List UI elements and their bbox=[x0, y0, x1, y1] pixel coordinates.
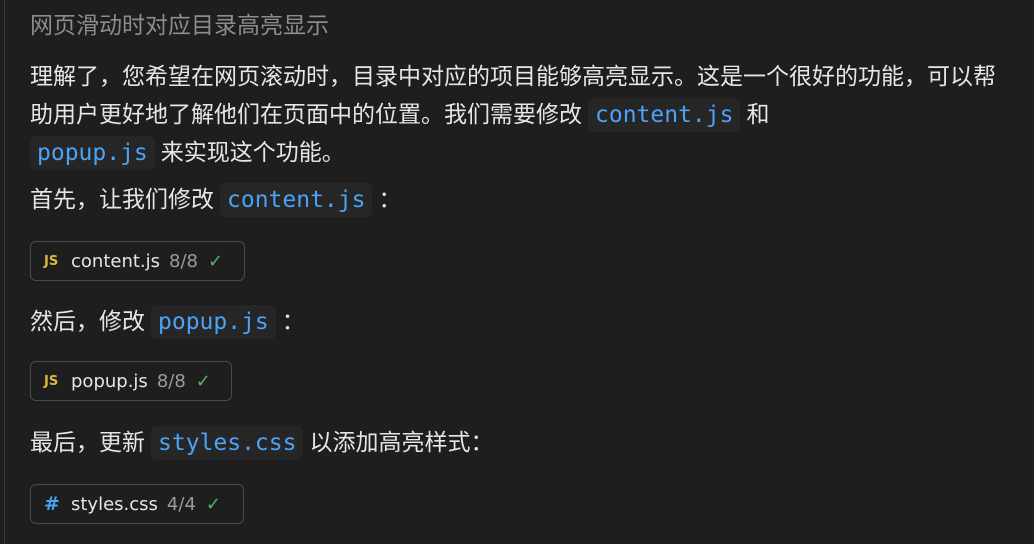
step1-text: 首先，让我们修改 bbox=[30, 187, 214, 213]
js-icon: JS bbox=[44, 373, 59, 389]
page-title: 网页滑动时对应目录高亮显示 bbox=[30, 13, 329, 39]
step3-suffix: 以添加高亮样式： bbox=[309, 430, 494, 456]
js-icon: JS bbox=[44, 253, 59, 269]
check-icon: ✓ bbox=[205, 493, 221, 515]
file-chip-styles-css[interactable]: # styles.css 4/4 ✓ bbox=[30, 484, 244, 524]
file-name: content.js bbox=[71, 250, 161, 272]
check-icon: ✓ bbox=[195, 370, 211, 392]
code-content-js-2: content.js bbox=[220, 183, 373, 217]
intro-paragraph: 理解了，您希望在网页滚动时，目录中对应的项目能够高亮显示。这是一个很好的功能，可… bbox=[30, 58, 1015, 172]
edit-count: 8/8 bbox=[169, 250, 198, 272]
code-popup-js-2: popup.js bbox=[151, 305, 276, 339]
edit-count: 8/8 bbox=[156, 370, 186, 392]
chat-panel: 网页滑动时对应目录高亮显示 理解了，您希望在网页滚动时，目录中对应的项目能够高亮… bbox=[4, 0, 1034, 544]
step2-paragraph: 然后，修改 popup.js： bbox=[30, 303, 1015, 341]
file-chip-popup-js[interactable]: JS popup.js 8/8 ✓ bbox=[30, 361, 232, 401]
step1-paragraph: 首先，让我们修改 content.js： bbox=[30, 181, 1015, 219]
step2-suffix: ： bbox=[281, 309, 305, 335]
file-name: popup.js bbox=[71, 370, 148, 392]
step2-text: 然后，修改 bbox=[30, 309, 145, 335]
file-chip-content-js[interactable]: JS content.js 8/8 ✓ bbox=[30, 241, 245, 281]
edit-count: 4/4 bbox=[166, 493, 196, 515]
code-content-js: content.js bbox=[588, 98, 741, 132]
intro-text-and: 和 bbox=[746, 102, 770, 128]
code-styles-css: styles.css bbox=[151, 426, 304, 460]
step1-suffix: ： bbox=[378, 187, 402, 213]
step3-paragraph: 最后，更新 styles.css 以添加高亮样式： bbox=[30, 424, 1015, 462]
code-popup-js: popup.js bbox=[30, 136, 155, 170]
step3-text: 最后，更新 bbox=[30, 430, 145, 456]
check-icon: ✓ bbox=[207, 250, 224, 272]
intro-text-end: 来实现这个功能。 bbox=[160, 140, 345, 166]
file-name: styles.css bbox=[71, 493, 158, 515]
intro-text: 理解了，您希望在网页滚动时，目录中对应的项目能够高亮显示。这是一个很好的功能，可… bbox=[30, 64, 996, 128]
css-hash-icon: # bbox=[44, 493, 60, 515]
